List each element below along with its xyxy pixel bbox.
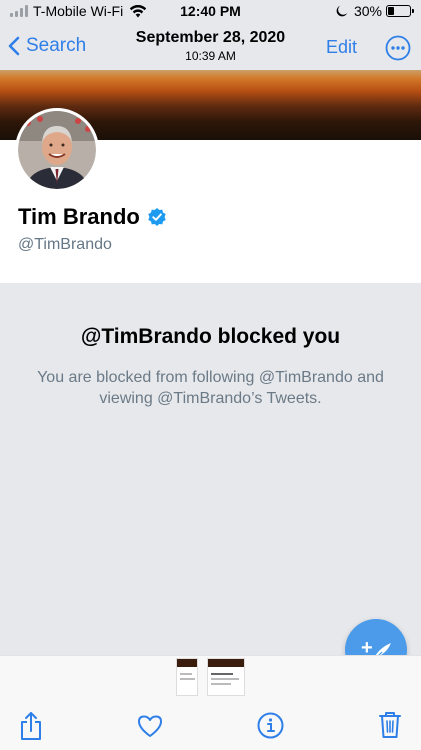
- nav-title: September 28, 2020 10:39 AM: [0, 29, 421, 63]
- name-row: Tim Brando: [18, 204, 167, 230]
- trash-icon[interactable]: [378, 711, 402, 739]
- blocked-title: @TimBrando blocked you: [80, 325, 341, 348]
- heart-icon[interactable]: [137, 714, 163, 738]
- battery-icon: [386, 5, 414, 17]
- battery-percent: 30%: [353, 3, 382, 19]
- photo-date: September 28, 2020: [135, 29, 286, 46]
- info-icon[interactable]: [257, 712, 284, 739]
- photo-time: 10:39 AM: [185, 49, 236, 63]
- profile-handle: @TimBrando: [18, 236, 112, 253]
- edit-button[interactable]: Edit: [326, 37, 357, 58]
- battery-fill: [388, 7, 395, 15]
- more-options-icon[interactable]: [385, 35, 411, 61]
- blocked-notice: @TimBrando blocked you You are blocked f…: [0, 283, 421, 655]
- thumbnail[interactable]: [176, 658, 198, 696]
- thumbnail-strip[interactable]: [0, 658, 421, 698]
- moon-icon: [336, 5, 348, 17]
- status-right: 30%: [336, 3, 414, 19]
- blocked-message: You are blocked from following @TimBrand…: [37, 369, 384, 407]
- verified-badge-icon: [148, 208, 166, 226]
- profile-name: Tim Brando: [18, 204, 140, 229]
- status-bar: T-Mobile Wi-Fi 12:40 PM 30%: [0, 0, 421, 24]
- profile-avatar[interactable]: [15, 108, 99, 192]
- thumbnail-current[interactable]: [207, 658, 245, 696]
- share-icon[interactable]: [19, 711, 43, 741]
- avatar-photo: [18, 111, 96, 189]
- nav-bar: Search September 28, 2020 10:39 AM Edit: [0, 24, 421, 70]
- photo-toolbar: [0, 655, 421, 750]
